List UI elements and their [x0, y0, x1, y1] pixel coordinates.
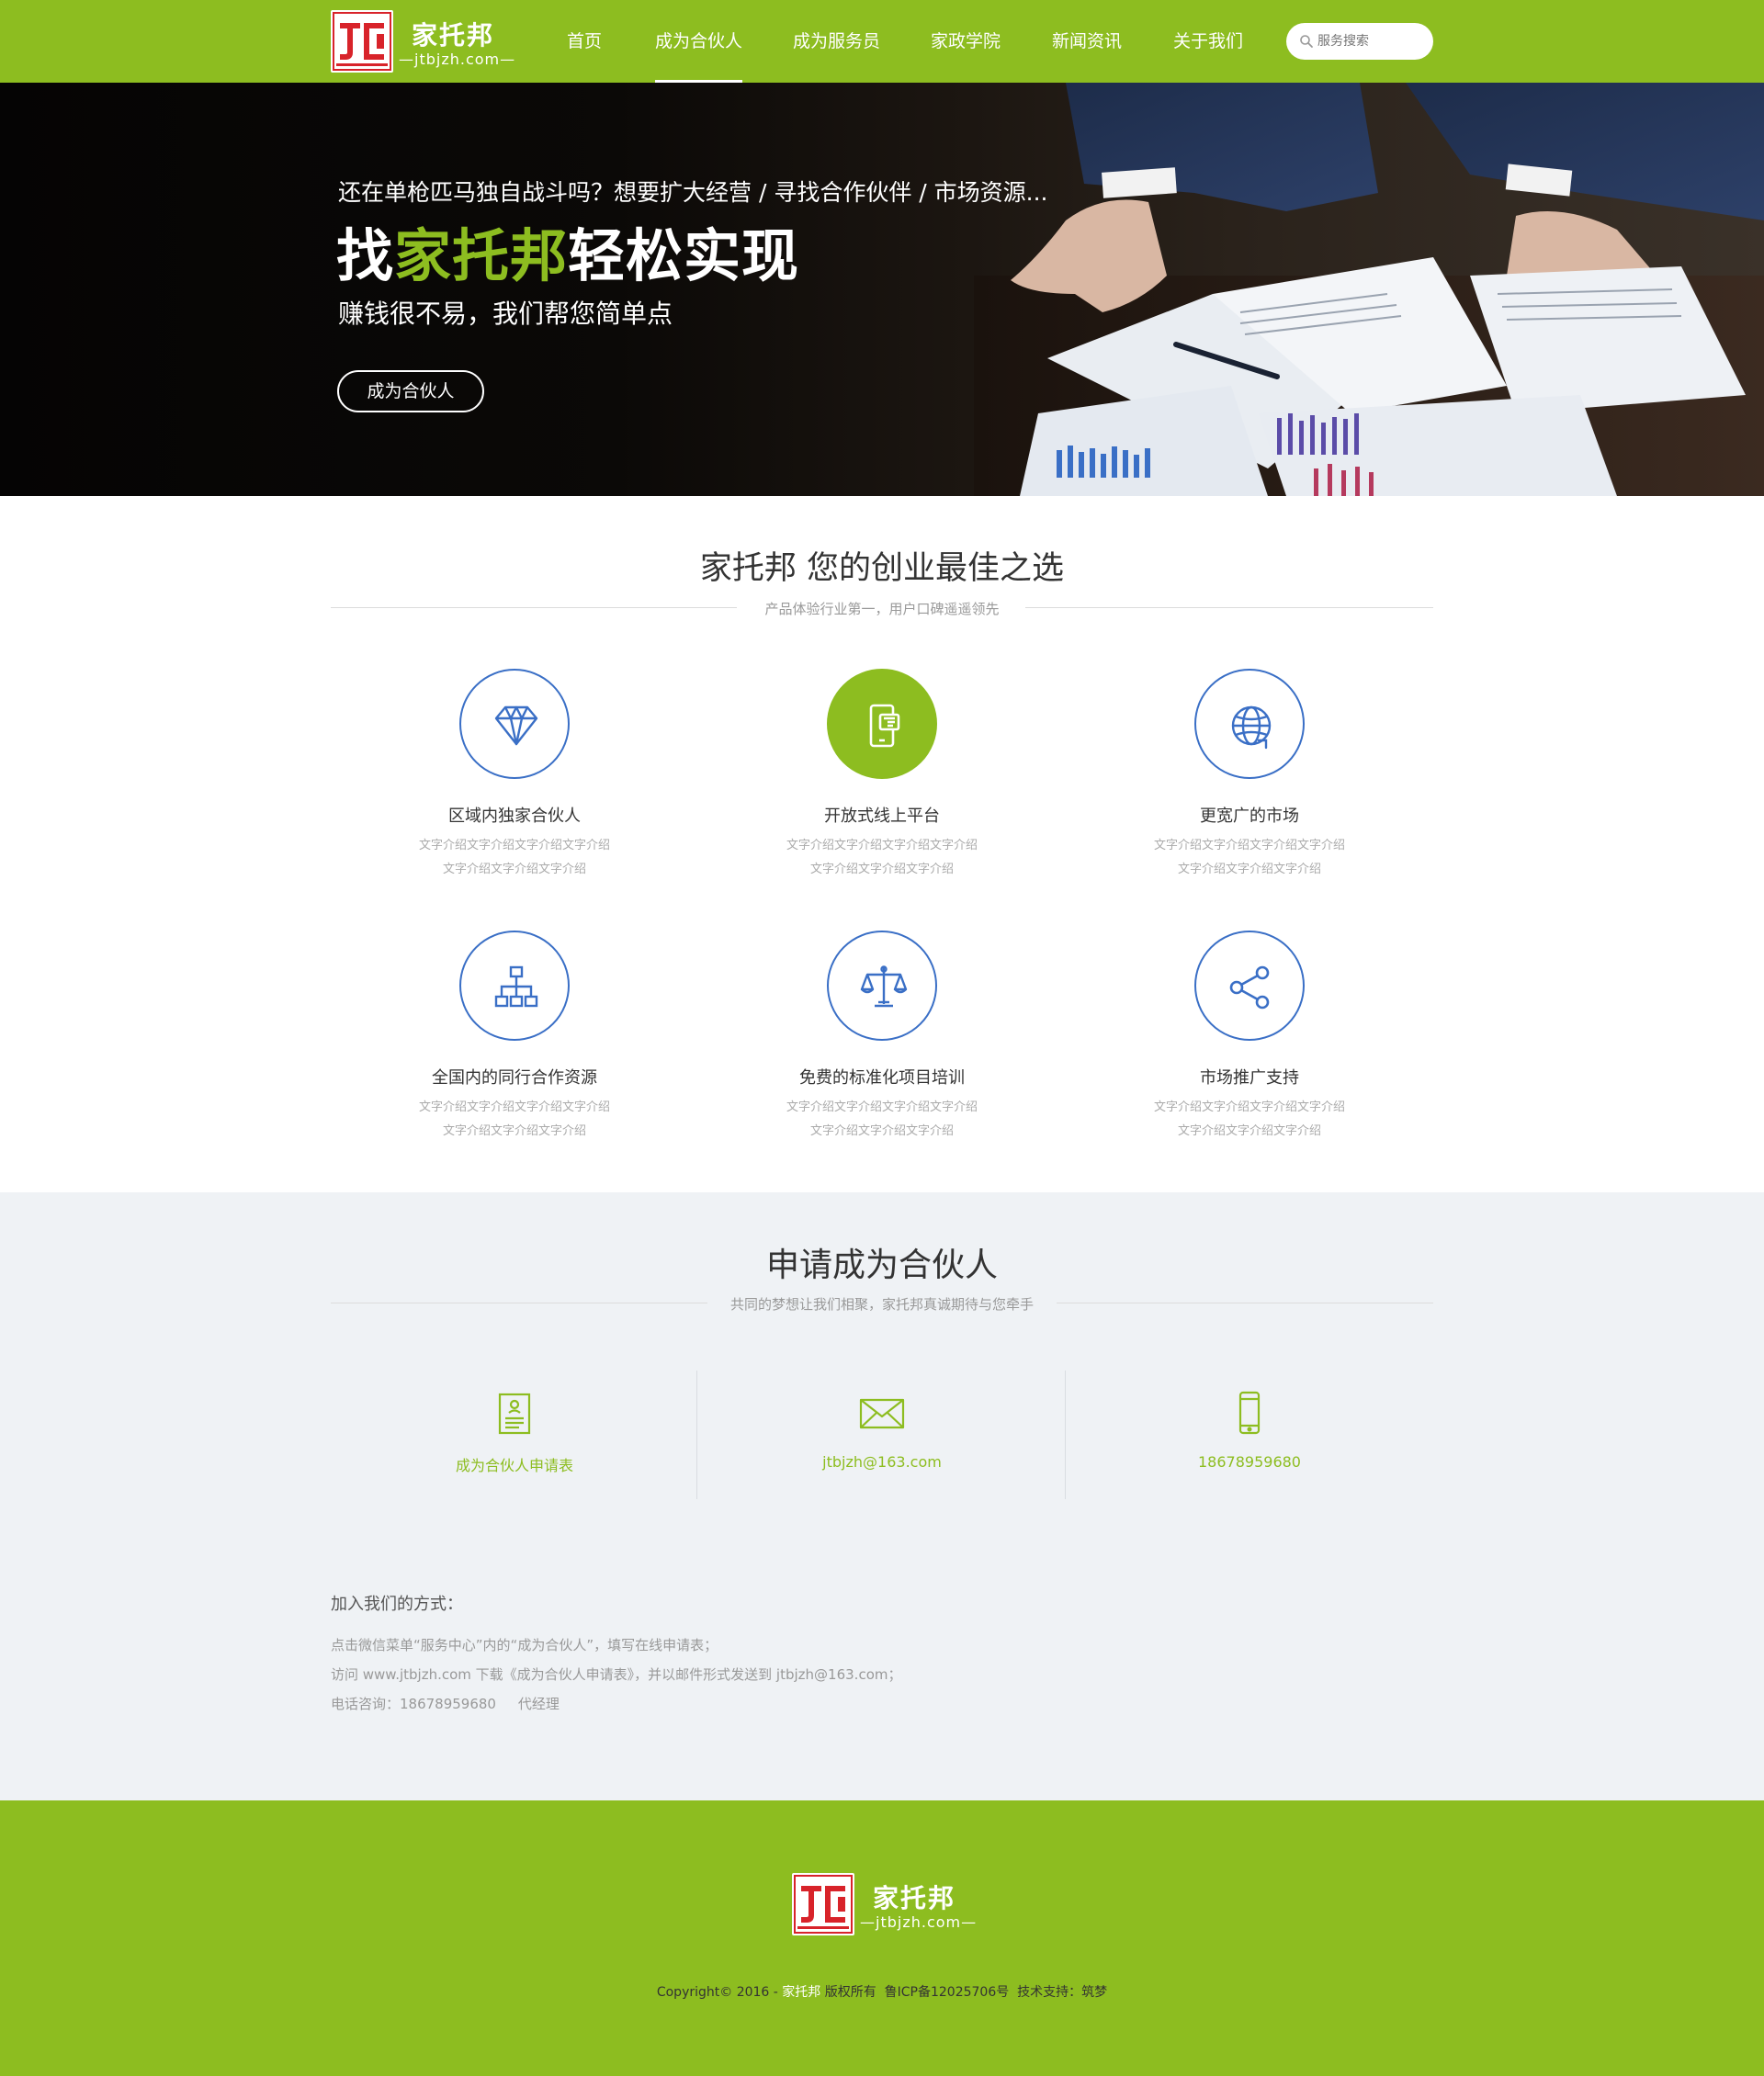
feature-desc-line: 文字介绍文字介绍文字介绍	[442, 1124, 586, 1138]
contact-phone[interactable]: 18678959680	[1066, 1371, 1433, 1499]
contact-text[interactable]: 成为合伙人申请表	[331, 1453, 698, 1475]
logo-mark-icon	[331, 10, 393, 73]
envelope-icon	[859, 1398, 905, 1429]
nav-item-news[interactable]: 新闻资讯	[1052, 0, 1122, 83]
feature-icon-circle	[1194, 669, 1305, 779]
feature-icon-circle	[459, 931, 570, 1041]
feature-desc-line: 文字介绍文字介绍文字介绍	[1177, 1124, 1321, 1138]
feature-desc: 文字介绍文字介绍文字介绍文字介绍 文字介绍文字介绍文字介绍	[717, 834, 1047, 882]
application-form-icon	[498, 1393, 531, 1435]
headline-suffix: 轻松实现	[568, 222, 800, 289]
search-input[interactable]	[1317, 31, 1426, 51]
search-icon[interactable]	[1299, 34, 1314, 49]
join-methods-title: 加入我们的方式：	[331, 1595, 463, 1614]
feature-icon-circle	[827, 669, 937, 779]
feature-desc-line: 文字介绍文字介绍文字介绍	[809, 863, 954, 876]
copyright-suffix: 版权所有 鲁ICP备12025706号 技术支持：筑梦	[820, 1985, 1108, 2000]
banner-headline: 找家托邦轻松实现	[336, 209, 799, 292]
feature-desc-line: 文字介绍文字介绍文字介绍文字介绍	[418, 839, 610, 852]
banner-business-image	[974, 83, 1764, 496]
footer-brand-domain: —jtbjzh.com—	[860, 1913, 978, 1931]
copyright-prefix: Copyright© 2016 -	[656, 1985, 783, 2000]
nav-item-partner[interactable]: 成为合伙人	[655, 0, 743, 83]
feature-title: 免费的标准化项目培训	[799, 1068, 965, 1088]
feature-title: 开放式线上平台	[824, 807, 940, 826]
feature-desc-line: 文字介绍文字介绍文字介绍文字介绍	[1153, 1100, 1345, 1114]
feature-desc-line: 文字介绍文字介绍文字介绍文字介绍	[786, 839, 978, 852]
brand-domain: —jtbjzh.com—	[399, 51, 516, 68]
brand-name: 家托邦	[412, 20, 495, 51]
globe-icon	[1231, 705, 1272, 750]
nav-item-attendant[interactable]: 成为服务员	[793, 0, 880, 83]
features-subtitle: 产品体验行业第一，用户口碑遥遥领先	[764, 601, 1000, 617]
diamond-icon	[494, 705, 538, 746]
nav-item-about[interactable]: 关于我们	[1173, 0, 1243, 83]
org-chart-icon	[494, 965, 538, 1008]
footer-brand-name: 家托邦	[873, 1883, 956, 1913]
feature-title: 全国内的同行合作资源	[432, 1068, 597, 1088]
feature-desc: 文字介绍文字介绍文字介绍文字介绍 文字介绍文字介绍文字介绍	[717, 1096, 1047, 1144]
feature-desc-line: 文字介绍文字介绍文字介绍文字介绍	[786, 1100, 978, 1114]
apply-title: 申请成为合伙人	[765, 1247, 998, 1284]
feature-title: 更宽广的市场	[1200, 807, 1299, 826]
headline-brand: 家托邦	[394, 222, 569, 289]
feature-desc: 文字介绍文字介绍文字介绍文字介绍 文字介绍文字介绍文字介绍	[1084, 1096, 1415, 1144]
feature-title: 区域内独家合伙人	[448, 807, 581, 826]
apply-subtitle: 共同的梦想让我们相聚，家托邦真诚期待与您牵手	[729, 1296, 1034, 1313]
banner-subheadline: 赚钱很不易，我们帮您简单点	[338, 299, 673, 329]
feature-desc-line: 文字介绍文字介绍文字介绍	[809, 1124, 954, 1138]
share-icon	[1229, 965, 1270, 1010]
scales-icon	[860, 965, 908, 1008]
mobile-platform-icon	[869, 704, 900, 748]
brand-logo[interactable]: 家托邦 —jtbjzh.com—	[331, 10, 524, 73]
contact-text[interactable]: 18678959680	[1066, 1453, 1433, 1471]
contact-email[interactable]: jtbjzh@163.com	[698, 1371, 1066, 1499]
feature-icon-circle	[459, 669, 570, 779]
site-header: 家托邦 —jtbjzh.com— 首页 成为合伙人 成为服务员 家政学院 新闻资…	[0, 0, 1764, 83]
feature-desc: 文字介绍文字介绍文字介绍文字介绍 文字介绍文字介绍文字介绍	[349, 1096, 680, 1144]
divider	[696, 1371, 697, 1499]
copyright: Copyright© 2016 - 家托邦 版权所有 鲁ICP备12025706…	[0, 1982, 1764, 2001]
feature-desc-line: 文字介绍文字介绍文字介绍文字介绍	[1153, 839, 1345, 852]
feature-desc-line: 文字介绍文字介绍文字介绍	[1177, 863, 1321, 876]
banner-tagline: 还在单枪匹马独自战斗吗？想要扩大经营 / 寻找合作伙伴 / 市场资源...	[338, 179, 1048, 206]
nav-item-academy[interactable]: 家政学院	[931, 0, 1001, 83]
become-partner-button[interactable]: 成为合伙人	[337, 370, 484, 412]
footer-logo[interactable]: 家托邦 —jtbjzh.com—	[792, 1873, 985, 1935]
feature-icon-circle	[827, 931, 937, 1041]
feature-desc: 文字介绍文字介绍文字介绍文字介绍 文字介绍文字介绍文字介绍	[1084, 834, 1415, 882]
site-footer: 家托邦 —jtbjzh.com— Copyright© 2016 - 家托邦 版…	[0, 1800, 1764, 2076]
feature-desc-line: 文字介绍文字介绍文字介绍文字介绍	[418, 1100, 610, 1114]
feature-icon-circle	[1194, 931, 1305, 1041]
nav-item-home[interactable]: 首页	[567, 0, 602, 83]
contact-text[interactable]: jtbjzh@163.com	[698, 1453, 1066, 1471]
feature-title: 市场推广支持	[1200, 1068, 1299, 1088]
features-title: 家托邦 您的创业最佳之选	[699, 550, 1065, 587]
join-method-line: 点击微信菜单“服务中心”内的“成为合伙人”，填写在线申请表；	[331, 1637, 718, 1653]
feature-desc-line: 文字介绍文字介绍文字介绍	[442, 863, 586, 876]
contact-application-form[interactable]: 成为合伙人申请表	[331, 1371, 698, 1499]
search-box	[1286, 23, 1433, 60]
hero-banner: 还在单枪匹马独自战斗吗？想要扩大经营 / 寻找合作伙伴 / 市场资源... 找家…	[0, 83, 1764, 496]
apply-section: 申请成为合伙人 共同的梦想让我们相聚，家托邦真诚期待与您牵手 成为合伙人申请表 …	[0, 1192, 1764, 1800]
join-method-line: 电话咨询：18678959680 代经理	[331, 1696, 560, 1712]
join-method-line: 访问 www.jtbjzh.com 下载《成为合伙人申请表》，并以邮件形式发送到…	[331, 1666, 902, 1683]
phone-icon	[1238, 1391, 1261, 1435]
logo-mark-icon	[792, 1873, 854, 1935]
headline-prefix: 找	[336, 222, 395, 289]
feature-desc: 文字介绍文字介绍文字介绍文字介绍 文字介绍文字介绍文字介绍	[349, 834, 680, 882]
copyright-brand: 家托邦	[782, 1985, 821, 2000]
